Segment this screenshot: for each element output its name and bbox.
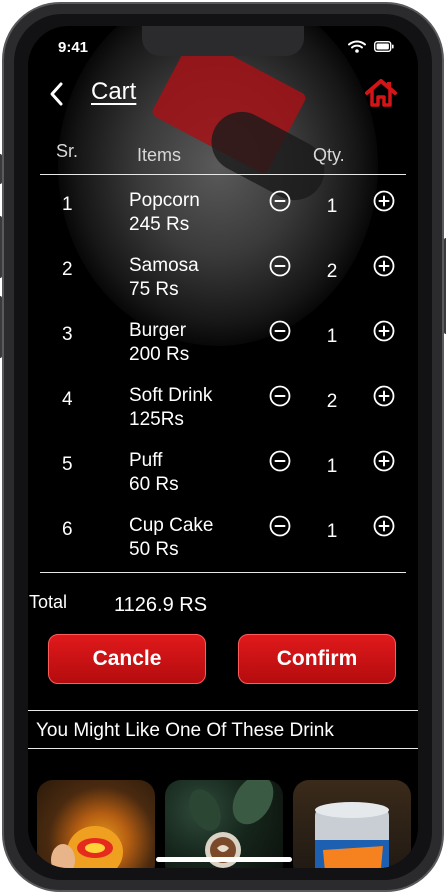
- drink-thumbnail[interactable]: [165, 780, 283, 868]
- increase-qty-button[interactable]: [373, 385, 395, 407]
- item-name: Soft Drink: [129, 385, 213, 406]
- home-icon: [365, 79, 397, 107]
- minus-circle-icon: [269, 255, 291, 277]
- plus-circle-icon: [373, 385, 395, 407]
- cart-row: 6 Cup Cake 50 Rs 1: [28, 515, 418, 579]
- item-name: Burger: [129, 320, 187, 341]
- cart-row: 1 Popcorn 245 Rs 1: [28, 190, 418, 254]
- cart-row: 3 Burger 200 Rs 1: [28, 320, 418, 384]
- decrease-qty-button[interactable]: [269, 190, 291, 212]
- home-button[interactable]: [364, 78, 398, 108]
- increase-qty-button[interactable]: [373, 450, 395, 472]
- status-time: 9:41: [58, 39, 89, 56]
- chevron-left-icon: [50, 82, 63, 106]
- increase-qty-button[interactable]: [373, 190, 395, 212]
- items-divider: [40, 572, 406, 573]
- item-name: Samosa: [129, 255, 199, 276]
- silent-switch: [0, 154, 2, 184]
- minus-circle-icon: [269, 515, 291, 537]
- suggest-bottom-divider: [28, 748, 418, 749]
- plus-circle-icon: [373, 515, 395, 537]
- qty-value: 1: [326, 196, 338, 217]
- back-button[interactable]: [46, 80, 70, 108]
- column-header-qty: Qty.: [313, 145, 345, 165]
- home-indicator[interactable]: [156, 857, 292, 862]
- cart-row: 4 Soft Drink 125Rs 2: [28, 385, 418, 449]
- qty-value: 2: [326, 391, 338, 412]
- item-price: 245 Rs: [129, 214, 190, 235]
- column-header-sr: Sr.: [56, 141, 79, 161]
- page-title: Cart: [91, 78, 137, 105]
- fanta-can-image: [315, 802, 389, 868]
- increase-qty-button[interactable]: [373, 255, 395, 277]
- status-icons: [348, 40, 394, 53]
- cancel-button[interactable]: Cancle: [48, 634, 206, 684]
- decrease-qty-button[interactable]: [269, 320, 291, 342]
- item-name: Cup Cake: [129, 515, 214, 536]
- header-divider: [40, 174, 406, 175]
- plus-circle-icon: [373, 255, 395, 277]
- minus-circle-icon: [269, 190, 291, 212]
- row-sr: 1: [62, 194, 73, 215]
- cart-row: 5 Puff 60 Rs 1: [28, 450, 418, 514]
- qty-value: 2: [326, 261, 338, 282]
- plus-circle-icon: [373, 320, 395, 342]
- increase-qty-button[interactable]: [373, 320, 395, 342]
- notch: [142, 26, 304, 56]
- volume-down-button: [0, 296, 2, 358]
- screen: 9:41 Cart Sr. Items Qty. 1 Popcorn 245 R…: [28, 26, 418, 868]
- row-sr: 6: [62, 519, 73, 540]
- column-header-items: Items: [137, 145, 182, 165]
- row-sr: 3: [62, 324, 73, 345]
- drink-thumbnail[interactable]: [293, 780, 411, 868]
- chupa-chups-can-image: [51, 826, 123, 868]
- plus-circle-icon: [373, 450, 395, 472]
- minus-circle-icon: [269, 450, 291, 472]
- qty-value: 1: [326, 456, 338, 477]
- drink-thumbnail[interactable]: [37, 780, 155, 868]
- coffee-cup-image: [189, 780, 274, 868]
- item-price: 60 Rs: [129, 474, 179, 495]
- qty-value: 1: [326, 521, 338, 542]
- suggest-top-divider: [28, 710, 418, 711]
- increase-qty-button[interactable]: [373, 515, 395, 537]
- decrease-qty-button[interactable]: [269, 515, 291, 537]
- item-name: Puff: [129, 450, 163, 471]
- confirm-button[interactable]: Confirm: [238, 634, 396, 684]
- volume-up-button: [0, 216, 2, 278]
- decrease-qty-button[interactable]: [269, 385, 291, 407]
- total-label: Total: [29, 592, 68, 612]
- item-price: 125Rs: [129, 409, 184, 430]
- row-sr: 4: [62, 389, 73, 410]
- decrease-qty-button[interactable]: [269, 255, 291, 277]
- item-price: 200 Rs: [129, 344, 190, 365]
- suggestions-heading: You Might Like One Of These Drink: [36, 720, 334, 741]
- item-name: Popcorn: [129, 190, 200, 211]
- item-price: 50 Rs: [129, 539, 179, 560]
- row-sr: 2: [62, 259, 73, 280]
- wifi-icon: [348, 40, 366, 53]
- row-sr: 5: [62, 454, 73, 475]
- qty-value: 1: [326, 326, 338, 347]
- total-value: 1126.9 RS: [114, 594, 208, 616]
- minus-circle-icon: [269, 320, 291, 342]
- item-price: 75 Rs: [129, 279, 179, 300]
- battery-icon: [374, 41, 394, 52]
- plus-circle-icon: [373, 190, 395, 212]
- minus-circle-icon: [269, 385, 291, 407]
- decrease-qty-button[interactable]: [269, 450, 291, 472]
- cart-row: 2 Samosa 75 Rs 2: [28, 255, 418, 319]
